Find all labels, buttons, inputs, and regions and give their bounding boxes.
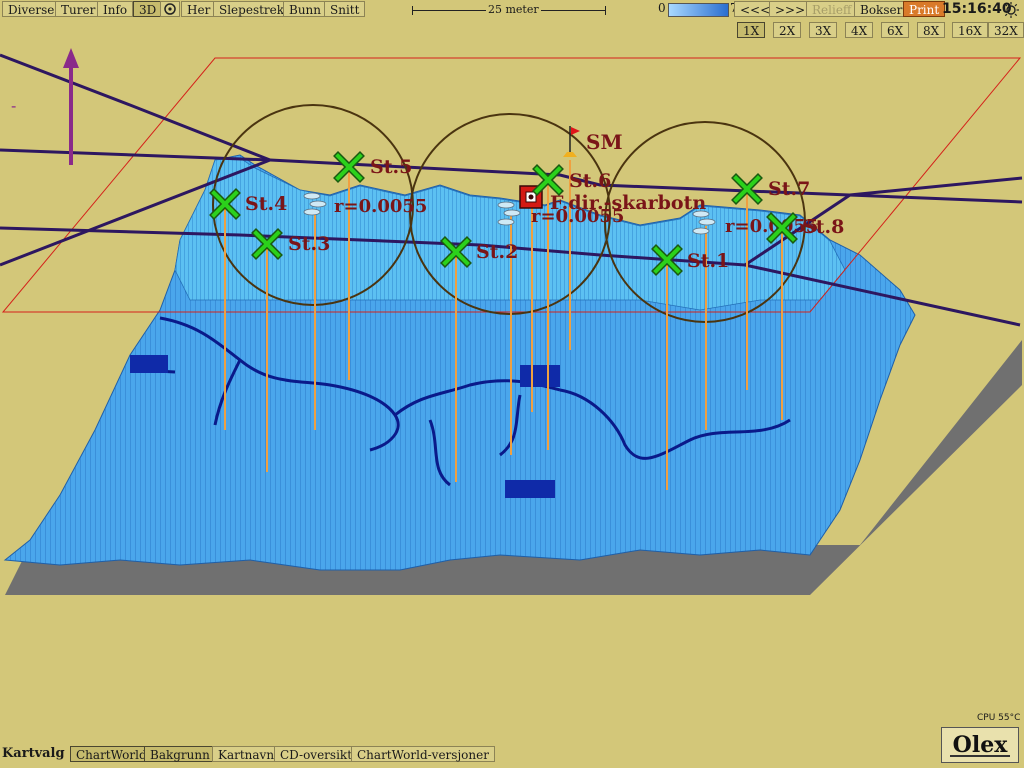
fish-icon (698, 218, 716, 226)
station-label: St.7 (768, 178, 810, 200)
cpu-temperature: CPU 55°C (977, 713, 1021, 723)
deep-spot (505, 480, 555, 498)
fish-icon (303, 208, 321, 216)
menu-bunn-button[interactable]: Bunn (283, 1, 328, 17)
station-label: St.5 (370, 156, 412, 178)
fish-icon (503, 209, 521, 217)
zoom-4x-button[interactable]: 4X (845, 22, 874, 38)
zoom-32x-button[interactable]: 32X (988, 22, 1024, 38)
scale-bar: 25 meter (412, 3, 608, 16)
chartworld-button[interactable]: ChartWorld (70, 746, 153, 762)
kartnavn-button[interactable]: Kartnavn (212, 746, 281, 762)
bakgrunn-button[interactable]: Bakgrunn (144, 746, 216, 762)
menu-info-button[interactable]: Info (97, 1, 134, 17)
minus-indicator: - (11, 98, 16, 115)
menu-diverse-button[interactable]: Diverse (2, 1, 61, 17)
fish-icon (303, 192, 321, 200)
zoom-3x-button[interactable]: 3X (809, 22, 838, 38)
scale-bar-label: 25 meter (486, 3, 541, 16)
relieff-button[interactable]: Relieff (806, 1, 858, 17)
menu-slepestrek-button[interactable]: Slepestrek (213, 1, 291, 17)
map-3d-view[interactable]: - SM F.dir.-skarbotn r=0.0055 r=0.0055 r… (0, 38, 1024, 738)
zoom-16x-button[interactable]: 16X (952, 22, 988, 38)
depth-min: 0 (658, 1, 666, 15)
zoom-6x-button[interactable]: 6X (881, 22, 910, 38)
zoom-8x-button[interactable]: 8X (917, 22, 946, 38)
deep-spot (520, 365, 560, 387)
fish-icon (497, 201, 515, 209)
radius-label: r=0.0055 (531, 206, 624, 227)
depth-gradient (668, 3, 729, 17)
menu-her-button[interactable]: Her (181, 1, 217, 17)
menu-snitt-button[interactable]: Snitt (324, 1, 366, 17)
target-icon (164, 3, 176, 15)
fish-icon (309, 200, 327, 208)
cd-oversikt-button[interactable]: CD-oversikt (274, 746, 359, 762)
menu-turer-button[interactable]: Turer (55, 1, 102, 17)
north-arrow-icon[interactable] (63, 48, 79, 165)
menu-3d-button[interactable]: 3D (133, 1, 163, 17)
chartworld-versjoner-button[interactable]: ChartWorld-versjoner (351, 746, 495, 762)
station-label: St.2 (476, 241, 518, 263)
kartvalg-label: Kartvalg (2, 746, 65, 761)
station-label: St.6 (569, 170, 611, 192)
station-label: St.3 (288, 233, 330, 255)
station-label: St.1 (687, 250, 729, 272)
deep-spot (130, 355, 168, 373)
print-button[interactable]: Print (903, 1, 946, 17)
station-label: St.4 (245, 193, 287, 215)
top-toolbar: Diverse Turer Info 3D Her Slepestrek Bun… (0, 0, 1024, 19)
zoom-1x-button[interactable]: 1X (737, 22, 766, 38)
zoom-2x-button[interactable]: 2X (773, 22, 802, 38)
radius-label: r=0.0055 (334, 196, 427, 217)
station-label: St.8 (802, 216, 844, 238)
flag-label: SM (586, 130, 623, 154)
sun-icon[interactable] (1001, 2, 1021, 18)
target-button[interactable] (160, 1, 180, 17)
olex-logo[interactable]: Olex (941, 727, 1019, 763)
fish-icon (497, 218, 515, 226)
bokser-button[interactable]: Bokser (854, 1, 909, 17)
nav-forward-button[interactable]: >>> (769, 1, 812, 17)
fish-icon (692, 227, 710, 235)
